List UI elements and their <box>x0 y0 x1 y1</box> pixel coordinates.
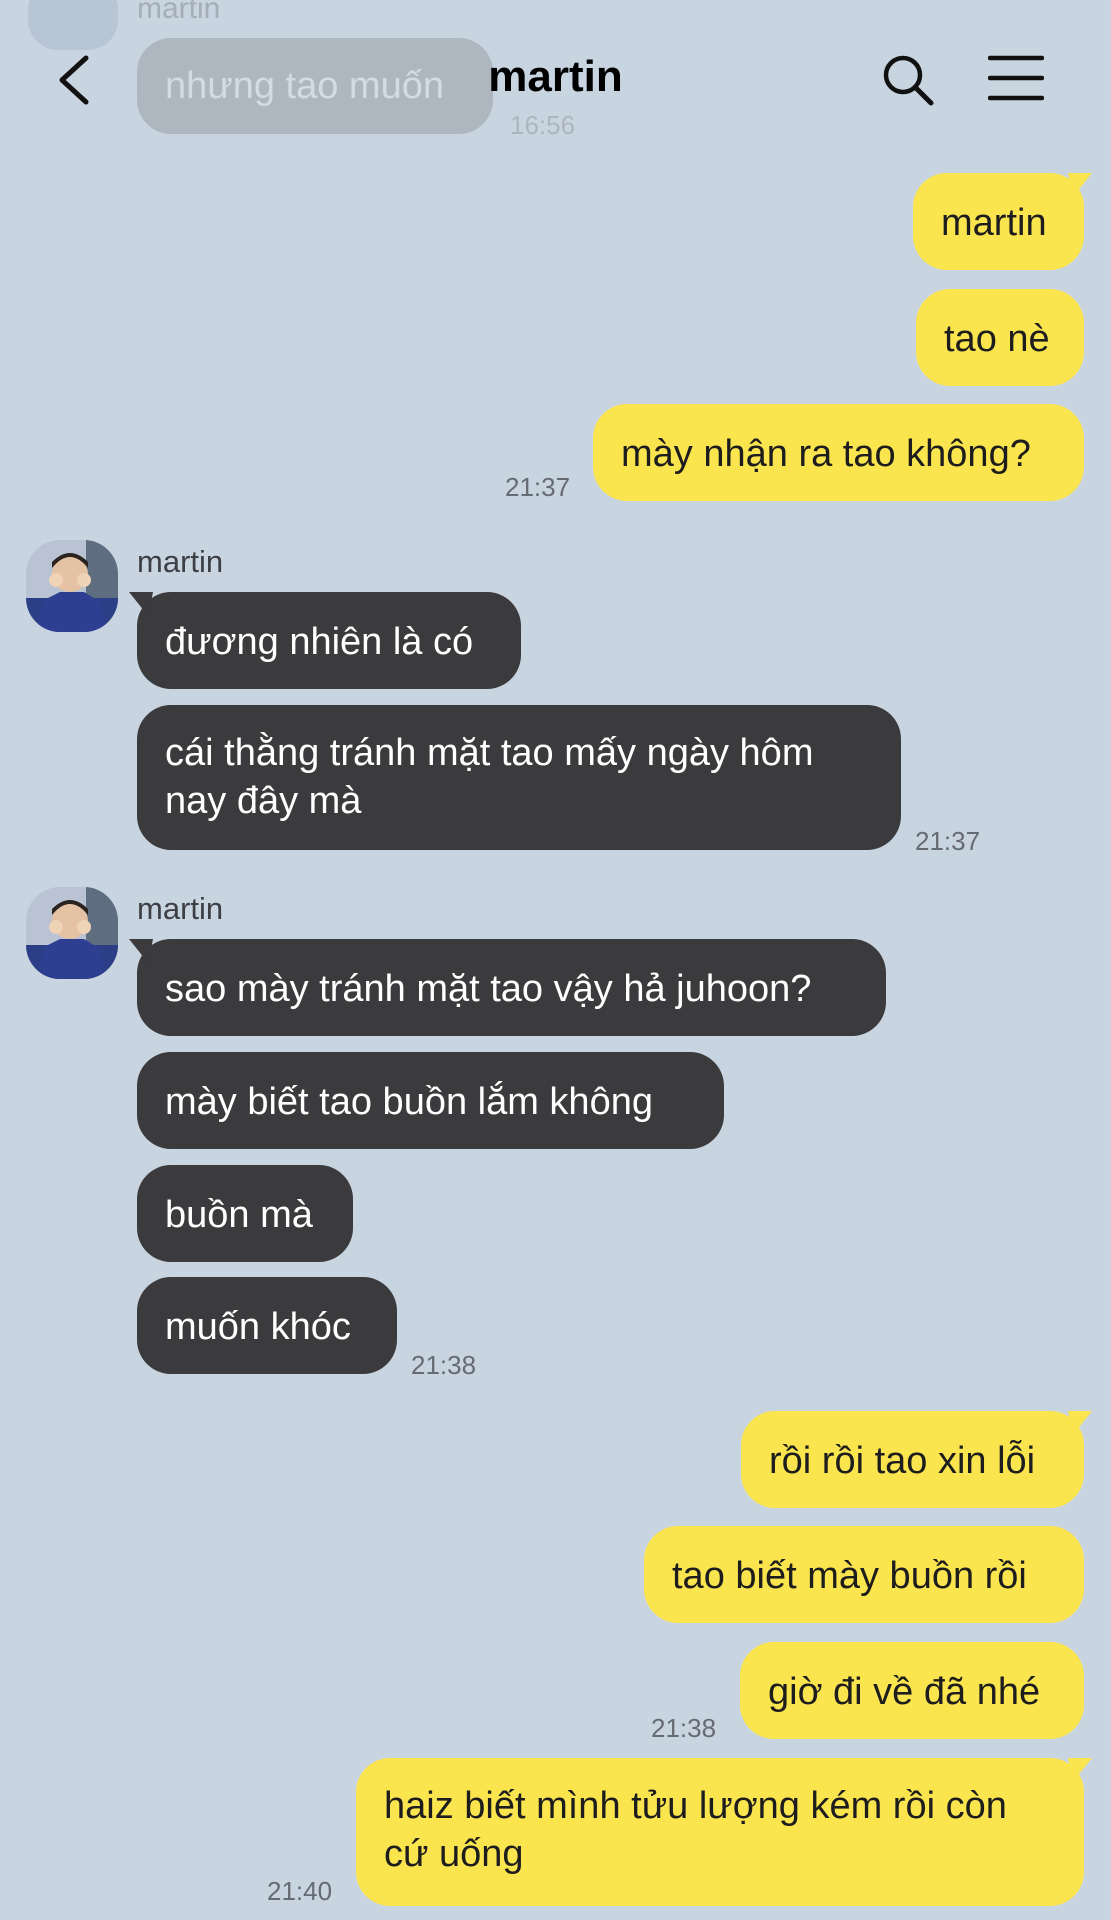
message-time: 16:56 <box>510 110 576 140</box>
incoming-message[interactable]: cái thằng tránh mặt tao mấy ngày hôm nay… <box>137 705 901 850</box>
outgoing-message[interactable]: giờ đi về đã nhé <box>740 1642 1084 1739</box>
sender-name: martin <box>137 0 221 25</box>
message-time: 21:37 <box>505 472 571 502</box>
hamburger-menu-icon <box>987 55 1045 101</box>
incoming-message[interactable]: mày biết tao buồn lắm không <box>137 1052 724 1149</box>
outgoing-message[interactable]: tao nè <box>916 289 1084 386</box>
message-time: 21:40 <box>267 1876 333 1906</box>
message-time: 21:38 <box>651 1713 717 1743</box>
incoming-message[interactable]: buồn mà <box>137 1165 353 1262</box>
search-icon <box>883 55 934 106</box>
profile-photo <box>26 540 118 632</box>
incoming-message[interactable]: đương nhiên là có <box>137 592 521 689</box>
profile-photo <box>26 887 118 979</box>
message-time: 21:38 <box>411 1350 477 1380</box>
incoming-message[interactable]: sao mày tránh mặt tao vậy hả juhoon? <box>137 939 886 1036</box>
avatar <box>28 0 118 50</box>
outgoing-message[interactable]: tao biết mày buồn rồi <box>644 1526 1084 1623</box>
message-time: 21:37 <box>915 826 981 856</box>
sender-name: martin <box>137 544 224 579</box>
chat-header: martin nhưng tao muốn 16:56 martin <box>0 0 1111 140</box>
outgoing-message[interactable]: martin <box>913 173 1084 270</box>
chat-title: martin <box>488 52 623 101</box>
outgoing-message[interactable]: rồi rồi tao xin lỗi <box>741 1411 1084 1508</box>
incoming-message[interactable]: muốn khóc <box>137 1277 397 1374</box>
menu-button[interactable] <box>987 54 1045 102</box>
outgoing-message[interactable]: haiz biết mình tửu lượng kém rồi còn cứ … <box>356 1758 1084 1906</box>
sender-name: martin <box>137 891 224 926</box>
avatar[interactable] <box>26 540 118 632</box>
avatar[interactable] <box>26 887 118 979</box>
search-button[interactable] <box>880 52 936 108</box>
outgoing-message[interactable]: mày nhận ra tao không? <box>593 404 1084 501</box>
